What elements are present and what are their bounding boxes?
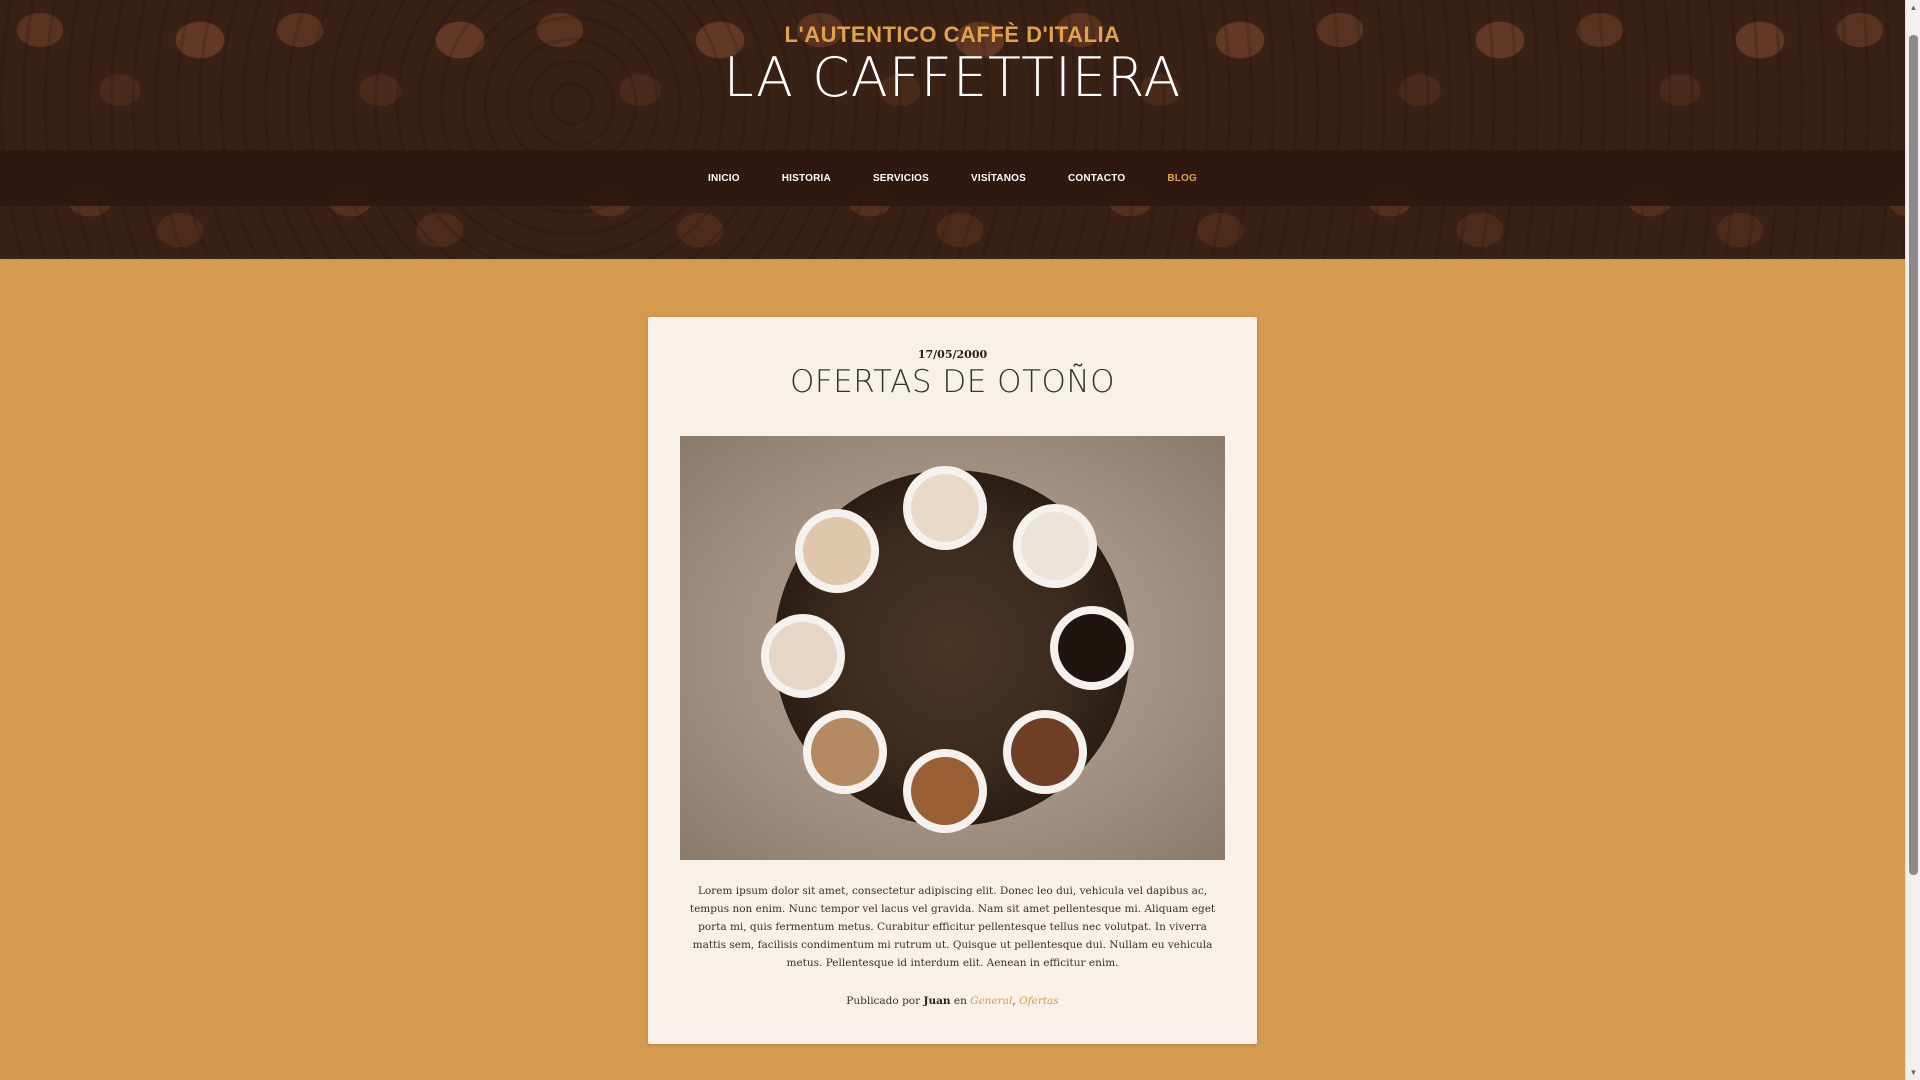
site-tagline: L'AUTENTICO CAFFÈ D'ITALIA [784,22,1121,47]
post-meta: Publicado por Juan en General, Ofertas [648,995,1257,1007]
coffee-cups-illustration [761,466,1134,833]
chevron-up-icon[interactable]: ▲ [1906,0,1920,15]
cup-5 [903,749,987,833]
blog-post-card: 17/05/2000 OFERTAS DE OTOÑO Lorem ipsum … [648,317,1257,1044]
main-nav: INICIO HISTORIA SERVICIOS VISÍTANOS CONT… [0,150,1905,206]
site-title[interactable]: LA CAFFETTIERA [0,46,1905,109]
page-scrollbar[interactable]: ▲ ▼ [1905,0,1920,1080]
cup-4 [1003,710,1087,794]
nav-item-blog[interactable]: BLOG [1146,173,1218,184]
post-author: Juan [923,995,951,1007]
cup-8 [795,509,879,593]
post-title[interactable]: OFERTAS DE OTOÑO [648,364,1257,400]
post-date: 17/05/2000 [917,348,988,361]
scrollbar-thumb[interactable] [1909,35,1918,875]
category-link-ofertas[interactable]: Ofertas [1019,995,1059,1007]
cup-3 [1050,606,1134,690]
nav-item-servicios[interactable]: SERVICIOS [852,173,950,184]
meta-prefix: Publicado por [846,995,921,1007]
category-link-general[interactable]: General [970,995,1012,1007]
cup-6 [803,710,887,794]
meta-in: en [953,995,967,1007]
nav-item-contacto[interactable]: CONTACTO [1047,173,1146,184]
nav-item-inicio[interactable]: INICIO [687,173,761,184]
post-body: Lorem ipsum dolor sit amet, consectetur … [689,885,1216,969]
site-header: L'AUTENTICO CAFFÈ D'ITALIA LA CAFFETTIER… [0,0,1905,259]
nav-item-historia[interactable]: HISTORIA [761,173,852,184]
chevron-down-icon[interactable]: ▼ [1906,1065,1920,1080]
nav-item-visitanos[interactable]: VISÍTANOS [950,173,1047,184]
cup-7 [761,614,845,698]
post-image-coffee-cups[interactable] [680,436,1225,860]
cup-1 [903,466,987,550]
cup-2 [1013,504,1097,588]
category-separator: , [1012,995,1016,1007]
